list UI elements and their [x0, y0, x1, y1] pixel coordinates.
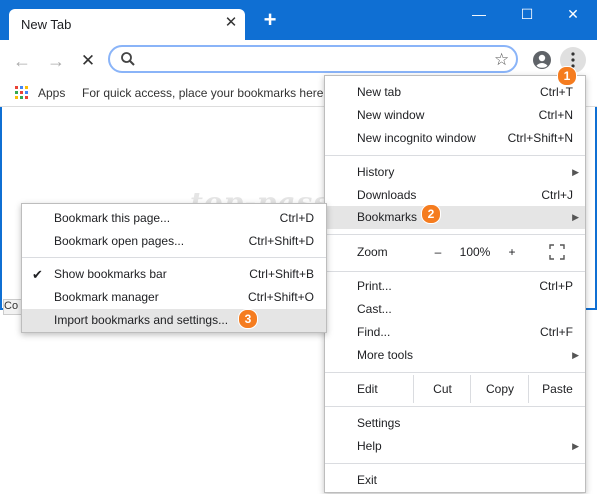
- toolbar: ← → ✕ ☆: [0, 40, 597, 80]
- tab-close-icon[interactable]: ✕: [223, 15, 239, 31]
- menu-item-label: Exit: [357, 473, 378, 487]
- stop-loading-button[interactable]: ✕: [77, 50, 99, 72]
- chrome-main-menu: New tab Ctrl+T New window Ctrl+N New inc…: [324, 75, 586, 493]
- menu-item-label: New incognito window: [357, 131, 476, 145]
- bookmarks-bar-hint: For quick access, place your bookmarks h…: [82, 86, 334, 100]
- tab-new-tab[interactable]: New Tab ✕: [9, 9, 245, 40]
- more-vert-icon: [571, 52, 575, 68]
- close-window-button[interactable]: ✕: [549, 0, 597, 30]
- menu-separator: [22, 257, 326, 258]
- submenu-item-import-bookmarks[interactable]: Import bookmarks and settings...: [22, 309, 326, 332]
- menu-item-label: Bookmark open pages...: [54, 234, 185, 248]
- title-bar: New Tab ✕ + — ☐ ✕: [0, 0, 597, 40]
- menu-separator: [325, 155, 585, 156]
- copy-button[interactable]: Copy: [470, 375, 529, 403]
- menu-item-edit: Edit Cut Copy Paste: [325, 375, 585, 403]
- menu-item-shortcut: Ctrl+Shift+D: [248, 234, 314, 248]
- menu-item-shortcut: Ctrl+F: [540, 325, 573, 339]
- menu-item-downloads[interactable]: Downloads Ctrl+J: [325, 184, 585, 207]
- minimize-button[interactable]: —: [455, 0, 503, 30]
- menu-item-label: Settings: [357, 416, 401, 430]
- zoom-level: 100%: [459, 245, 491, 259]
- menu-item-label: Bookmarks: [357, 210, 418, 224]
- menu-item-label: More tools: [357, 348, 414, 362]
- submenu-arrow-icon: ▶: [572, 350, 579, 360]
- menu-item-label: New tab: [357, 85, 402, 99]
- menu-item-new-tab[interactable]: New tab Ctrl+T: [325, 81, 585, 104]
- submenu-item-bookmark-page[interactable]: Bookmark this page... Ctrl+D: [22, 207, 326, 230]
- menu-item-label: New window: [357, 108, 425, 122]
- menu-item-label: Downloads: [357, 188, 417, 202]
- zoom-out-button[interactable]: –: [423, 237, 453, 267]
- paste-button[interactable]: Paste: [528, 375, 586, 403]
- apps-grid-icon[interactable]: [15, 86, 29, 100]
- search-icon: [121, 52, 135, 66]
- menu-item-shortcut: Ctrl+D: [279, 211, 314, 225]
- menu-separator: [325, 271, 585, 272]
- menu-item-label: Help: [357, 439, 382, 453]
- menu-item-label: Show bookmarks bar: [54, 267, 167, 281]
- menu-item-label: Bookmark this page...: [54, 211, 171, 225]
- maximize-button[interactable]: ☐: [503, 0, 551, 30]
- menu-item-shortcut: Ctrl+Shift+O: [247, 290, 314, 304]
- menu-item-shortcut: Ctrl+Shift+B: [249, 267, 314, 281]
- menu-item-label: Bookmark manager: [54, 290, 159, 304]
- submenu-arrow-icon: ▶: [572, 167, 579, 177]
- menu-item-label: History: [357, 165, 395, 179]
- new-tab-button[interactable]: +: [260, 9, 280, 31]
- menu-separator: [325, 372, 585, 373]
- menu-item-find[interactable]: Find... Ctrl+F: [325, 321, 585, 344]
- forward-button[interactable]: →: [45, 50, 67, 72]
- menu-item-label: Edit: [357, 382, 378, 396]
- address-bar[interactable]: ☆: [108, 45, 518, 73]
- menu-item-cast[interactable]: Cast...: [325, 298, 585, 321]
- zoom-in-button[interactable]: +: [497, 237, 527, 267]
- submenu-item-bookmark-manager[interactable]: Bookmark manager Ctrl+Shift+O: [22, 286, 326, 309]
- menu-item-shortcut: Ctrl+Shift+N: [507, 131, 573, 145]
- bookmarks-submenu: Bookmark this page... Ctrl+D Bookmark op…: [21, 203, 327, 333]
- menu-item-shortcut: Ctrl+N: [538, 108, 573, 122]
- menu-item-label: Cast...: [357, 302, 392, 316]
- tab-title: New Tab: [21, 17, 72, 32]
- step-badge-3: 3: [238, 309, 258, 329]
- menu-item-help[interactable]: Help ▶: [325, 435, 585, 458]
- menu-separator: [325, 234, 585, 235]
- submenu-item-bookmark-open-pages[interactable]: Bookmark open pages... Ctrl+Shift+D: [22, 230, 326, 253]
- step-badge-2: 2: [421, 204, 441, 224]
- cut-button[interactable]: Cut: [413, 375, 471, 403]
- menu-item-history[interactable]: History ▶: [325, 161, 585, 184]
- menu-item-shortcut: Ctrl+J: [541, 188, 573, 202]
- menu-item-zoom: Zoom – 100% +: [325, 237, 585, 267]
- menu-item-print[interactable]: Print... Ctrl+P: [325, 275, 585, 298]
- menu-item-more-tools[interactable]: More tools ▶: [325, 344, 585, 367]
- menu-item-label: Print...: [357, 279, 392, 293]
- menu-item-label: Import bookmarks and settings...: [54, 313, 229, 327]
- menu-item-new-incognito[interactable]: New incognito window Ctrl+Shift+N: [325, 127, 585, 150]
- bookmark-star-icon[interactable]: ☆: [494, 50, 509, 70]
- apps-shortcut[interactable]: Apps: [38, 86, 65, 100]
- step-badge-1: 1: [557, 66, 577, 86]
- menu-item-settings[interactable]: Settings: [325, 412, 585, 435]
- menu-item-shortcut: Ctrl+P: [539, 279, 573, 293]
- menu-separator: [325, 406, 585, 407]
- menu-item-exit[interactable]: Exit: [325, 469, 585, 492]
- fullscreen-icon[interactable]: [549, 244, 565, 260]
- menu-item-new-window[interactable]: New window Ctrl+N: [325, 104, 585, 127]
- submenu-arrow-icon: ▶: [572, 212, 579, 222]
- menu-item-label: Find...: [357, 325, 391, 339]
- account-icon[interactable]: [532, 50, 552, 70]
- submenu-arrow-icon: ▶: [572, 441, 579, 451]
- menu-item-bookmarks[interactable]: Bookmarks ▶: [325, 206, 585, 229]
- checkmark-icon: ✔: [32, 267, 43, 282]
- back-button[interactable]: ←: [11, 50, 33, 72]
- menu-item-label: Zoom: [357, 245, 388, 259]
- submenu-item-show-bookmarks-bar[interactable]: ✔ Show bookmarks bar Ctrl+Shift+B: [22, 263, 326, 286]
- menu-separator: [325, 463, 585, 464]
